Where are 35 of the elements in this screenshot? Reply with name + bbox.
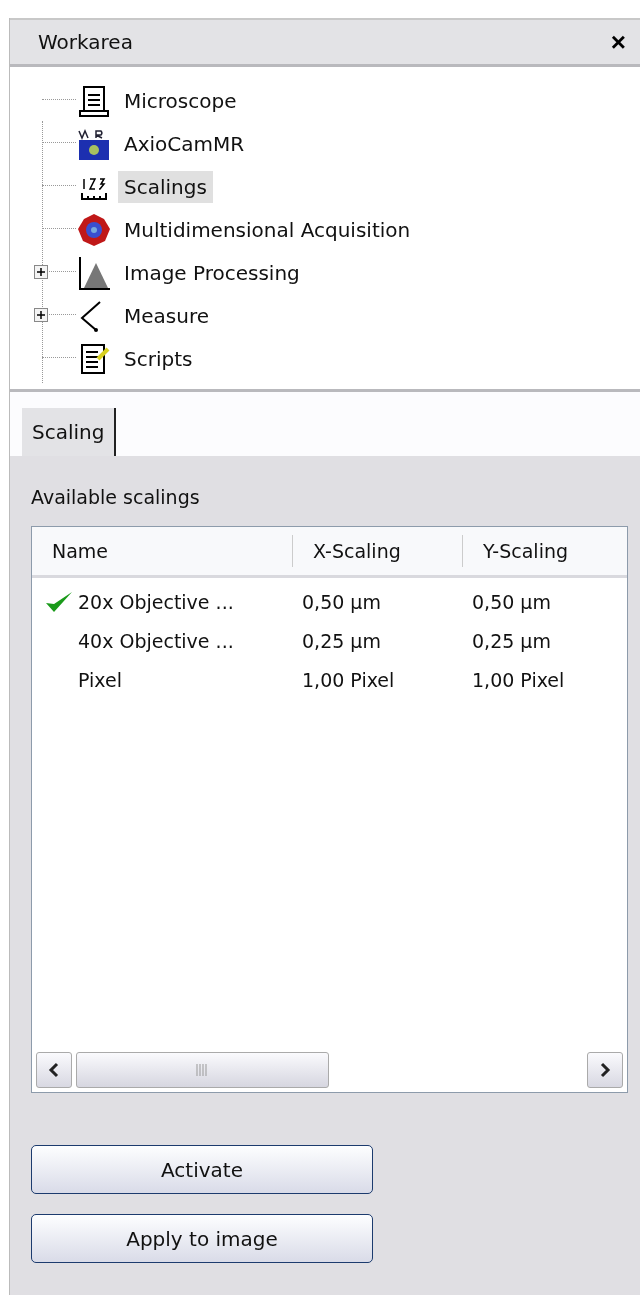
tree-item[interactable]: Multidimensional Acquisition: [118, 213, 417, 246]
section-label: Available scalings: [31, 486, 201, 508]
table-cell-text: 1,00 Pixel: [301, 668, 396, 691]
action-button[interactable]: Apply to image: [31, 1214, 373, 1263]
table-cell-text: 0,50 µm: [301, 590, 382, 613]
tree-item[interactable]: Scalings: [118, 170, 213, 203]
grip-icon: [195, 1064, 210, 1076]
column-header[interactable]: Y-Scaling: [462, 535, 627, 567]
column-header[interactable]: X-Scaling: [292, 535, 462, 567]
panel-title: Workarea: [38, 30, 133, 54]
scrollbar-thumb[interactable]: [76, 1052, 329, 1088]
tree-item[interactable]: Microscope: [118, 84, 243, 117]
plus-icon: [36, 267, 46, 277]
table-cell: 40x Objective ...: [78, 629, 234, 652]
scroll-left-button[interactable]: [36, 1052, 72, 1088]
table-cell: 20x Objective ...: [78, 590, 234, 613]
table-cell-text: 0,25 µm: [301, 629, 382, 652]
action-button[interactable]: Activate: [31, 1145, 373, 1194]
table-cell: Pixel: [78, 668, 122, 691]
close-button[interactable]: ×: [606, 29, 630, 55]
tab[interactable]: Scaling: [22, 408, 117, 456]
tree-item[interactable]: AxioCamMR: [118, 127, 251, 160]
scroll-right-button[interactable]: [587, 1052, 623, 1088]
expand-toggle[interactable]: [34, 265, 48, 279]
plus-icon: [36, 310, 46, 320]
table-cell-text: 0,25 µm: [471, 629, 552, 652]
tree-item[interactable]: Scripts: [118, 342, 199, 375]
table-cell-text: 0,50 µm: [471, 590, 552, 613]
table-cell-text: 1,00 Pixel: [471, 668, 566, 691]
column-header[interactable]: Name: [32, 535, 292, 567]
histogram-icon: [76, 254, 112, 291]
expand-toggle[interactable]: [34, 308, 48, 322]
cell-icon: [76, 211, 112, 248]
tree-item[interactable]: Measure: [118, 299, 215, 332]
tree-item[interactable]: Image Processing: [118, 256, 306, 289]
